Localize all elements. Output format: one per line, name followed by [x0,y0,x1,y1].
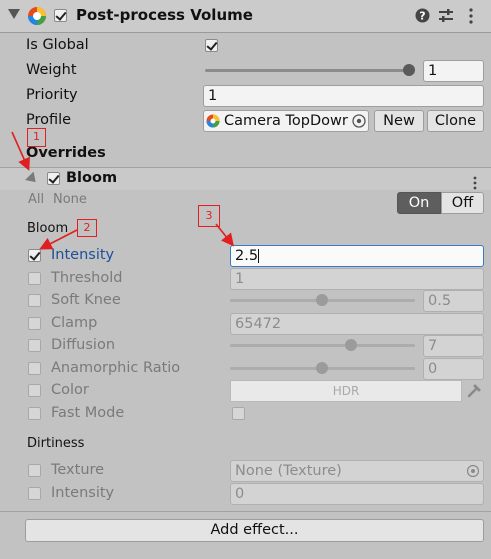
soft-knee-override-checkbox[interactable] [28,294,41,307]
all-link[interactable]: All [28,192,44,207]
color-label: Color [51,382,89,398]
intensity-override-checkbox[interactable] [28,249,41,262]
bloom-section-label: Bloom [27,221,69,236]
annotation-marker-3: 3 [198,205,220,227]
fast-mode-checkbox[interactable] [232,407,245,420]
texture-override-checkbox[interactable] [28,464,41,477]
anamorphic-ratio-label: Anamorphic Ratio [51,360,181,376]
weight-label: Weight [26,62,77,78]
diffusion-slider-handle[interactable] [345,339,357,351]
component-title: Post-process Volume [76,6,253,24]
bloom-effect-title: Bloom [66,170,118,186]
threshold-field[interactable]: 1 [230,268,484,290]
fast-mode-label: Fast Mode [51,405,125,421]
text-cursor [258,249,260,263]
add-effect-button[interactable]: Add effect... [25,519,484,542]
fold-arrow-icon[interactable] [8,9,20,19]
profile-value: Camera TopDowr [224,113,348,129]
profile-label: Profile [26,112,72,128]
diffusion-label: Diffusion [51,337,116,353]
priority-field[interactable]: 1 [203,85,484,107]
anamorphic-ratio-field[interactable]: 0 [423,358,484,380]
weight-field[interactable]: 1 [423,60,484,82]
is-global-label: Is Global [26,37,89,53]
soft-knee-label: Soft Knee [51,292,121,308]
diffusion-override-checkbox[interactable] [28,339,41,352]
annotation-marker-2: 2 [77,219,97,237]
annotation-arrow-3 [215,223,234,247]
dirt-intensity-label: Intensity [51,485,115,501]
component-enabled-checkbox[interactable] [54,9,67,22]
soft-knee-field[interactable]: 0.5 [423,290,484,312]
priority-label: Priority [26,87,78,103]
diffusion-field[interactable]: 7 [423,335,484,357]
dirt-intensity-override-checkbox[interactable] [28,487,41,500]
diffusion-slider-track[interactable] [230,344,415,347]
clamp-label: Clamp [51,315,98,331]
profile-asset-icon [206,114,220,128]
divider [0,511,491,512]
bloom-more-options-icon[interactable] [472,176,478,190]
more-options-icon[interactable] [468,8,474,24]
none-link[interactable]: None [53,192,87,207]
clamp-override-checkbox[interactable] [28,317,41,330]
intensity-value: 2.5 [235,248,259,264]
clone-profile-button[interactable]: Clone [427,110,484,132]
svg-text:?: ? [419,10,425,23]
color-override-checkbox[interactable] [28,384,41,397]
clamp-field[interactable]: 65472 [230,313,484,335]
presets-icon[interactable] [438,8,454,23]
overrides-heading: Overrides [26,145,106,161]
color-swatch-field[interactable]: HDR [230,380,462,402]
annotation-marker-1: 1 [27,128,46,147]
new-profile-button[interactable]: New [374,110,424,132]
texture-label: Texture [51,462,105,478]
eyedropper-icon[interactable] [466,383,482,399]
dirtiness-section-label: Dirtiness [27,436,85,451]
texture-picker-icon[interactable] [465,463,481,479]
object-picker-icon[interactable] [351,113,367,129]
weight-slider-handle[interactable] [403,64,415,76]
anamorphic-ratio-slider-handle[interactable] [316,362,328,374]
intensity-field[interactable]: 2.5 [230,245,484,267]
threshold-label: Threshold [51,270,123,286]
on-toggle-button[interactable]: On [397,192,441,214]
intensity-label: Intensity [51,247,115,263]
threshold-override-checkbox[interactable] [28,272,41,285]
dirt-intensity-field[interactable]: 0 [230,483,484,505]
soft-knee-slider-handle[interactable] [316,294,328,306]
off-toggle-button[interactable]: Off [441,192,484,214]
anamorphic-ratio-override-checkbox[interactable] [28,362,41,375]
help-icon[interactable]: ? [415,8,430,23]
weight-slider-track[interactable] [205,69,411,72]
bloom-enabled-checkbox[interactable] [47,172,60,185]
fast-mode-override-checkbox[interactable] [28,407,41,420]
profile-object-field[interactable]: Camera TopDowr [203,110,369,132]
post-process-icon [28,7,46,25]
is-global-checkbox[interactable] [205,39,218,52]
texture-object-field[interactable]: None (Texture) [230,460,484,482]
